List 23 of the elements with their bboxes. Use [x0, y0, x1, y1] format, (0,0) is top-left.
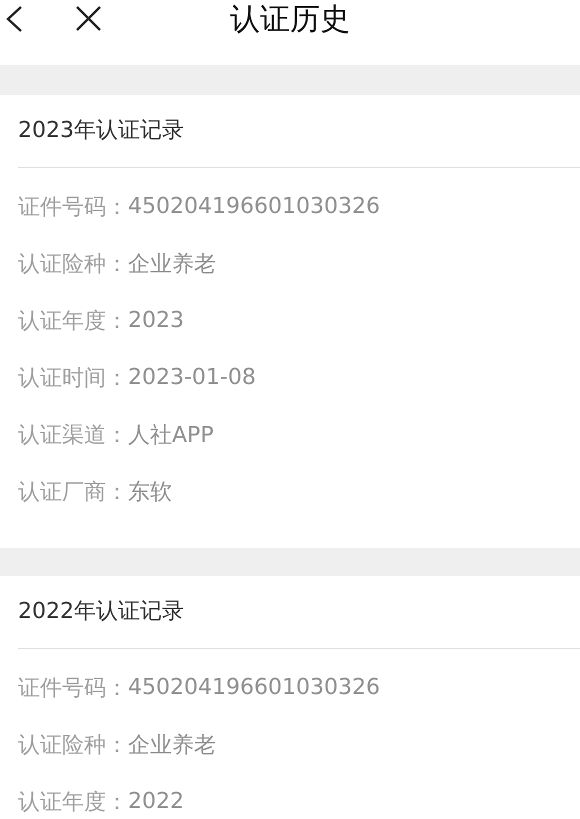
field-label: 证件号码： [18, 194, 128, 222]
record-title: 2022年认证记录 [18, 598, 185, 626]
field-value: 人社APP [128, 422, 214, 450]
field-label: 认证险种： [18, 732, 128, 760]
field-value: 企业养老 [128, 250, 216, 278]
field-value: 2022 [128, 789, 184, 814]
field-label: 认证年度： [18, 788, 128, 816]
field-value: 2023-01-08 [128, 365, 256, 390]
field-label: 认证厂商： [18, 478, 128, 506]
field-value: 450204196601030326 [128, 675, 380, 700]
page-title: 认证历史 [229, 1, 351, 39]
record-title: 2023年认证记录 [18, 117, 185, 145]
close-icon[interactable] [75, 5, 102, 32]
field-label: 认证年度： [18, 308, 128, 336]
field-value: 450204196601030326 [128, 194, 380, 219]
field-label: 认证险种： [18, 250, 128, 278]
field-label: 证件号码： [18, 674, 128, 702]
field-label: 认证渠道： [18, 422, 128, 450]
field-value: 东软 [128, 478, 172, 506]
field-value: 企业养老 [128, 732, 216, 760]
field-label: 认证时间： [18, 364, 128, 392]
back-icon[interactable] [5, 5, 23, 33]
field-value: 2023 [128, 308, 184, 333]
